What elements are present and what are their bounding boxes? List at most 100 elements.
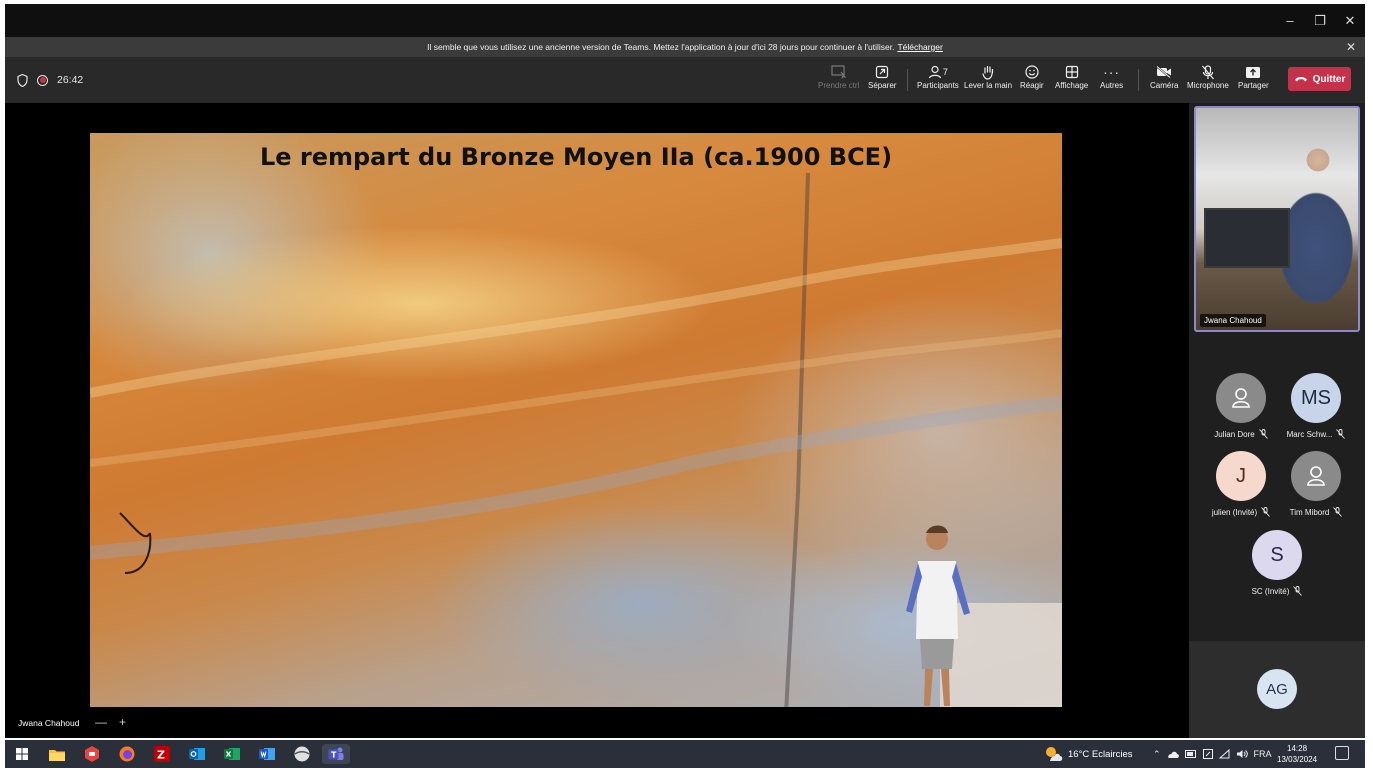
word-button[interactable] bbox=[256, 744, 278, 764]
view-label: Affichage bbox=[1055, 81, 1089, 90]
mic-off-icon bbox=[1258, 429, 1268, 439]
meeting-toolbar: 26:42 Prendre ctrl Séparer 7 Participant… bbox=[5, 57, 1365, 103]
share-icon bbox=[1245, 63, 1261, 81]
language-indicator[interactable]: FRA bbox=[1254, 749, 1272, 759]
file-explorer-button[interactable] bbox=[46, 744, 68, 764]
zoom-out-button[interactable]: — bbox=[95, 715, 107, 729]
sun-cloud-icon bbox=[1046, 747, 1063, 761]
participant-name: julien (Invité) bbox=[1211, 507, 1258, 517]
participant-avatar[interactable] bbox=[1291, 451, 1341, 501]
participant-avatar[interactable]: AG bbox=[1257, 669, 1297, 709]
emoji-icon bbox=[1025, 63, 1039, 81]
more-button[interactable]: ··· Autres bbox=[1100, 63, 1123, 99]
zoom-in-button[interactable]: + bbox=[119, 715, 126, 729]
person-icon bbox=[1232, 388, 1250, 408]
firefox-button[interactable] bbox=[116, 744, 138, 764]
toolbar-divider bbox=[1138, 69, 1139, 91]
app-button[interactable] bbox=[81, 744, 103, 764]
participant-tile[interactable]: Julian Dore bbox=[1201, 373, 1281, 439]
participant-avatar[interactable]: J bbox=[1216, 451, 1266, 501]
participant-avatar[interactable]: S bbox=[1252, 530, 1302, 580]
chevron-up-icon[interactable]: ⌃ bbox=[1153, 749, 1161, 760]
slide-title: Le rempart du Bronze Moyen IIa (ca.1900 … bbox=[259, 143, 893, 171]
microphone-label: Microphone bbox=[1187, 81, 1229, 90]
participant-name-row: SC (Invité) bbox=[1252, 586, 1303, 596]
participants-label: Participants bbox=[917, 81, 959, 90]
clock-time: 14:28 bbox=[1287, 744, 1308, 753]
grid-icon bbox=[1065, 63, 1079, 81]
teams-icon: T bbox=[328, 747, 344, 760]
svg-text:T: T bbox=[331, 751, 337, 760]
pop-out-label: Séparer bbox=[868, 81, 897, 90]
browser-button[interactable] bbox=[291, 744, 313, 764]
take-control-label: Prendre ctrl bbox=[818, 81, 860, 90]
participant-tile[interactable]: Tim Mibord bbox=[1276, 451, 1356, 517]
react-button[interactable]: Réagir bbox=[1020, 63, 1044, 99]
teams-button[interactable]: T bbox=[322, 744, 350, 764]
clock[interactable]: 14:28 13/03/2024 bbox=[1277, 743, 1317, 765]
excel-button[interactable] bbox=[221, 744, 243, 764]
pop-out-button[interactable]: Séparer bbox=[868, 63, 896, 99]
cloud-icon[interactable] bbox=[1167, 750, 1179, 758]
share-label: Partager bbox=[1238, 81, 1269, 90]
react-label: Réagir bbox=[1020, 81, 1044, 90]
filezilla-button[interactable]: Z bbox=[151, 744, 173, 764]
raise-hand-button[interactable]: Lever la main bbox=[964, 63, 1012, 99]
hand-icon bbox=[981, 63, 995, 81]
participant-tile[interactable]: S SC (Invité) bbox=[1237, 530, 1317, 596]
mic-off-icon bbox=[1293, 586, 1303, 596]
app-icon bbox=[85, 746, 99, 762]
svg-text:Z: Z bbox=[157, 749, 165, 762]
browser-icon bbox=[294, 746, 310, 762]
overflow-participant-tile: AG bbox=[1189, 641, 1365, 738]
outlook-icon bbox=[189, 748, 205, 760]
camera-button[interactable]: Caméra bbox=[1150, 63, 1178, 99]
raise-hand-label: Lever la main bbox=[964, 81, 1013, 90]
mic-off-icon bbox=[1333, 507, 1343, 517]
participant-name: SC (Invité) bbox=[1251, 586, 1290, 596]
microphone-button[interactable]: Microphone bbox=[1187, 63, 1229, 99]
take-control-button[interactable]: Prendre ctrl bbox=[818, 63, 859, 99]
minimize-button[interactable]: – bbox=[1275, 4, 1305, 37]
update-banner: Il semble que vous utilisez une ancienne… bbox=[5, 37, 1365, 57]
participant-tile[interactable]: J julien (Invité) bbox=[1201, 451, 1281, 517]
camera-off-icon bbox=[1156, 63, 1172, 81]
notification-icon[interactable] bbox=[1335, 746, 1349, 760]
battery-icon[interactable] bbox=[1184, 750, 1197, 758]
shield-icon bbox=[17, 73, 28, 87]
start-button[interactable] bbox=[11, 744, 33, 764]
title-bar: – ❐ ✕ bbox=[5, 4, 1365, 37]
close-window-button[interactable]: ✕ bbox=[1335, 4, 1365, 37]
restore-button[interactable]: ❐ bbox=[1305, 4, 1335, 37]
banner-close-button[interactable]: ✕ bbox=[1343, 39, 1359, 55]
participant-avatar[interactable] bbox=[1216, 373, 1266, 423]
outlook-button[interactable] bbox=[186, 744, 208, 764]
share-button[interactable]: Partager bbox=[1238, 63, 1269, 99]
participant-avatar[interactable]: MS bbox=[1291, 373, 1341, 423]
clock-date: 13/03/2024 bbox=[1277, 755, 1318, 764]
participants-count: 7 bbox=[942, 67, 948, 77]
sharer-name: Jwana Chahoud bbox=[18, 718, 80, 728]
more-label: Autres bbox=[1100, 81, 1124, 90]
more-icon: ··· bbox=[1103, 64, 1121, 80]
view-button[interactable]: Affichage bbox=[1055, 63, 1088, 99]
speaker-icon[interactable] bbox=[1236, 749, 1248, 759]
excel-icon bbox=[224, 748, 240, 760]
participant-name: Julian Dore bbox=[1214, 429, 1255, 439]
recording-icon bbox=[37, 74, 48, 86]
leave-button[interactable]: Quitter bbox=[1288, 67, 1351, 91]
participants-button[interactable]: 7 Participants bbox=[917, 63, 959, 99]
pen-icon[interactable] bbox=[1202, 749, 1213, 759]
leave-label: Quitter bbox=[1312, 73, 1346, 85]
wifi-icon[interactable] bbox=[1218, 749, 1230, 759]
weather-widget[interactable]: 16°C Eclaircies bbox=[1045, 740, 1133, 768]
mic-off-icon bbox=[1261, 507, 1271, 517]
toolbar-divider bbox=[907, 69, 908, 91]
presenter-video-tile[interactable]: Jwana Chahoud bbox=[1194, 106, 1360, 332]
camera-label: Caméra bbox=[1150, 81, 1179, 90]
participant-tile[interactable]: MS Marc Schw... bbox=[1276, 373, 1356, 439]
word-icon bbox=[259, 748, 275, 760]
take-control-icon bbox=[831, 63, 847, 81]
banner-text: Il semble que vous utilisez une ancienne… bbox=[427, 42, 895, 52]
download-link[interactable]: Télécharger bbox=[897, 42, 942, 52]
